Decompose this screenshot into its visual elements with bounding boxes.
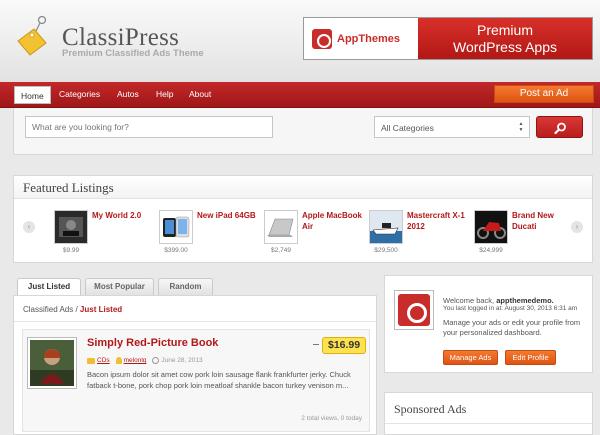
folder-icon <box>87 357 95 364</box>
nav-autos[interactable]: Autos <box>117 89 139 99</box>
ipad-thumbnail[interactable] <box>159 210 193 244</box>
featured-item[interactable]: Apple MacBook Air $2,749 <box>264 210 364 258</box>
listing-description: Bacon ipsum dolor sit amet cow pork loin… <box>87 370 351 390</box>
featured-list: My World 2.0 $9.99 New iPad 64GB $399.00… <box>54 210 574 258</box>
nav-categories[interactable]: Categories <box>59 89 100 99</box>
breadcrumb-current: Just Listed <box>79 305 123 314</box>
user-icon <box>115 357 122 364</box>
nav-help[interactable]: Help <box>156 89 173 99</box>
boat-thumbnail[interactable] <box>369 210 403 244</box>
featured-listings: Featured Listings ‹ › My World 2.0 $9.99… <box>13 175 593 263</box>
breadcrumb: Classified Ads / Just Listed <box>23 305 122 314</box>
post-ad-button[interactable]: Post an Ad <box>494 85 594 103</box>
breadcrumb-separator: / <box>73 305 80 314</box>
featured-item-price: $2,749 <box>271 247 291 254</box>
divider <box>14 321 376 322</box>
macbook-thumbnail[interactable] <box>264 210 298 244</box>
listing-thumbnail[interactable] <box>27 337 77 389</box>
featured-item-price: $9.99 <box>62 247 80 254</box>
listing-meta: CDs melonlq June 28, 2013 <box>87 357 203 364</box>
listing-author-link[interactable]: melonlq <box>124 357 147 364</box>
select-arrows-icon: ▲ ▼ <box>518 121 524 133</box>
listing-stats: 2 total views, 0 today <box>301 415 362 422</box>
listing-date: June 28, 2013 <box>161 357 203 365</box>
sponsored-title: Sponsored Ads <box>394 402 467 416</box>
site-tagline: Premium Classified Ads Theme <box>62 48 204 59</box>
clock-icon <box>152 357 160 364</box>
search-input[interactable] <box>25 116 273 138</box>
featured-item-price: $24,999 <box>479 247 503 254</box>
category-select-value: All Categories <box>381 123 434 133</box>
featured-item[interactable]: My World 2.0 $9.99 <box>54 210 154 258</box>
featured-item-title[interactable]: Brand New Ducati <box>512 210 572 232</box>
banner-message: Premium WordPress Apps <box>418 18 592 59</box>
listing-item: Simply Red-Picture Book $16.99 CDs melonl… <box>22 329 370 432</box>
nav-about[interactable]: About <box>189 89 211 99</box>
welcome-text: Welcome back, <box>443 296 495 305</box>
motorcycle-thumbnail[interactable] <box>474 210 508 244</box>
featured-item-price: $29,500 <box>374 247 398 254</box>
appthemes-logo-icon <box>312 28 332 49</box>
banner-line-1: Premium <box>476 22 533 38</box>
welcome-widget: Welcome back, appthemedemo. You last log… <box>384 275 593 373</box>
search-bar: All Categories ▲▼ <box>13 108 593 155</box>
price-tag-string <box>313 344 319 348</box>
featured-item[interactable]: Brand New Ducati $24,999 <box>474 210 574 258</box>
tab-just-listed[interactable]: Just Listed <box>17 278 81 296</box>
tab-random[interactable]: Random <box>158 278 213 295</box>
banner-line-2: WordPress Apps <box>452 39 557 55</box>
featured-item-title[interactable]: Apple MacBook Air <box>302 210 362 232</box>
manage-ads-button[interactable]: Manage Ads <box>443 350 498 365</box>
featured-title: Featured Listings <box>23 180 114 195</box>
category-select[interactable]: All Categories ▲ ▼ <box>374 116 530 138</box>
user-avatar <box>394 290 434 330</box>
search-icon <box>554 122 566 134</box>
carousel-prev-icon[interactable]: ‹ <box>23 221 35 233</box>
main-nav: Home Categories Autos Help About Post an… <box>0 82 600 108</box>
welcome-username: appthemedemo. <box>496 296 554 305</box>
banner-brand: AppThemes <box>337 32 400 45</box>
featured-item-price: $399.00 <box>164 247 188 254</box>
tab-most-popular[interactable]: Most Popular <box>85 278 154 295</box>
welcome-message: Manage your ads or edit your profile fro… <box>443 318 581 337</box>
featured-item-title[interactable]: New iPad 64GB <box>197 210 257 221</box>
edit-profile-button[interactable]: Edit Profile <box>505 350 556 365</box>
listing-price: $16.99 <box>322 337 367 354</box>
site-header: ClassiPress Premium Classified Ads Theme… <box>0 0 600 82</box>
appthemes-avatar-icon <box>398 294 430 326</box>
welcome-greeting: Welcome back, appthemedemo. <box>443 296 554 305</box>
listings-panel: Classified Ads / Just Listed Simply Red-… <box>13 295 377 435</box>
breadcrumb-root[interactable]: Classified Ads <box>23 305 73 314</box>
nav-home[interactable]: Home <box>14 86 51 104</box>
divider <box>385 423 592 424</box>
price-tag-logo-icon[interactable] <box>12 15 56 59</box>
featured-header: Featured Listings <box>14 176 592 199</box>
featured-item-title[interactable]: My World 2.0 <box>92 210 152 221</box>
featured-item[interactable]: Mastercraft X-1 2012 $29,500 <box>369 210 469 258</box>
sponsored-ads-widget: Sponsored Ads <box>384 392 593 435</box>
listing-title[interactable]: Simply Red-Picture Book <box>87 337 218 349</box>
appthemes-banner[interactable]: AppThemes Premium WordPress Apps <box>303 17 593 60</box>
cd-cover-thumbnail[interactable] <box>54 210 88 244</box>
featured-item[interactable]: New iPad 64GB $399.00 <box>159 210 259 258</box>
featured-item-title[interactable]: Mastercraft X-1 2012 <box>407 210 467 232</box>
listing-category-link[interactable]: CDs <box>97 357 110 364</box>
search-button[interactable] <box>536 116 583 138</box>
banner-brand-box: AppThemes <box>304 18 418 59</box>
last-login: You last logged in at: August 30, 2013 6… <box>443 305 578 312</box>
